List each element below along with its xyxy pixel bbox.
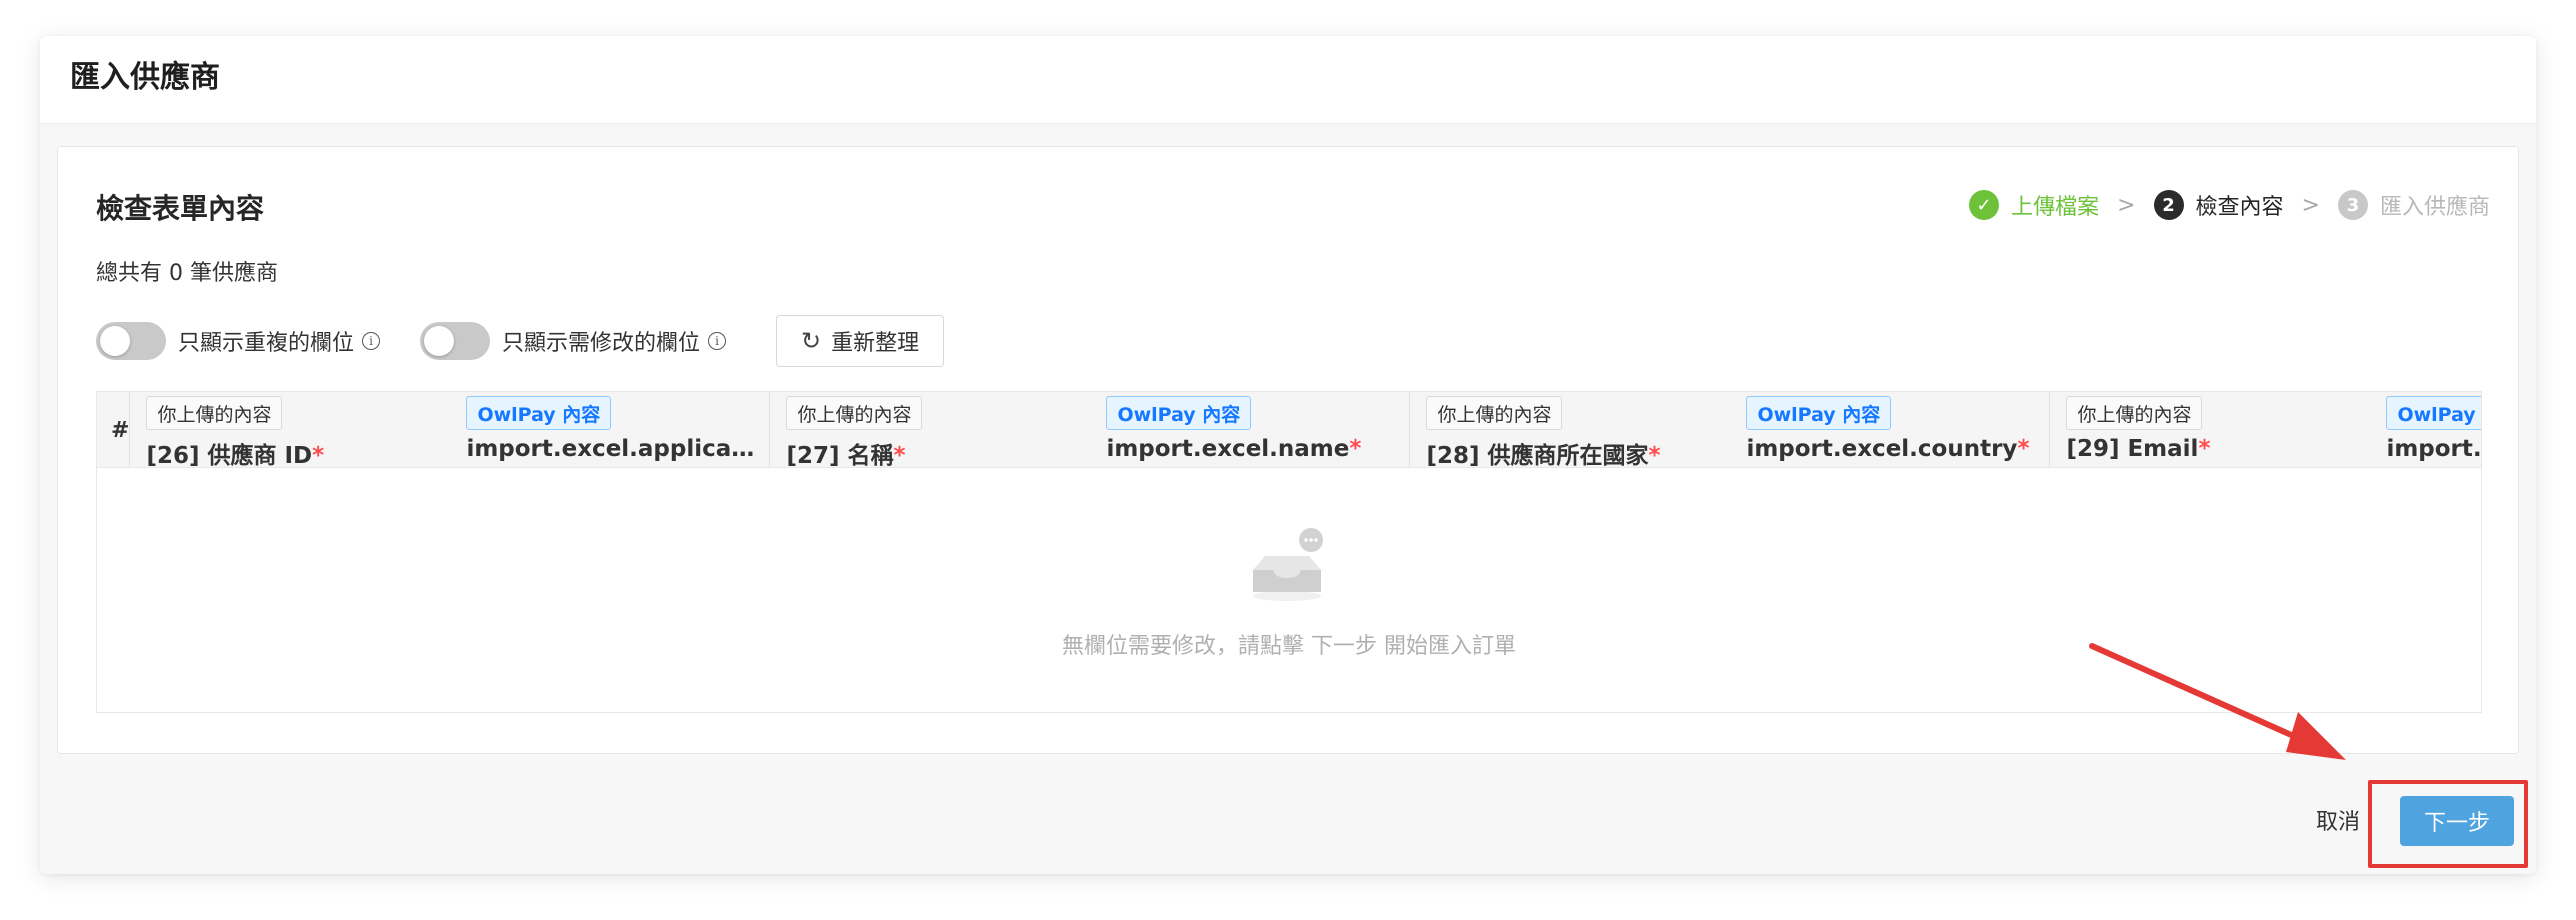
- refresh-button[interactable]: ↻ 重新整理: [776, 315, 945, 367]
- toggle-knob: [100, 326, 130, 356]
- toggle-modify-label: 只顯示需修改的欄位: [502, 331, 701, 356]
- steps: ✓ 上傳檔案 > 2 檢查內容 > 3 匯入供應商: [1969, 189, 2490, 221]
- uploaded-content-tag: 你上傳的內容: [786, 396, 923, 430]
- column-name: import.excel.country*: [1746, 436, 2030, 462]
- step-review: 2 檢查內容: [2153, 189, 2284, 221]
- table-header: # 你上傳的內容 [26] 供應商 ID* OwlPay 內容 import.e…: [97, 392, 2482, 469]
- toggle-duplicates-label: 只顯示重複的欄位: [178, 331, 355, 356]
- step-separator: >: [2301, 192, 2320, 218]
- required-mark: *: [893, 443, 906, 469]
- column-header: OwlPay 內容 import.excel.country*: [1730, 392, 2051, 468]
- filter-controls: 只顯示重複的欄位 i 只顯示需修改的欄位 i ↻ 重新整理: [96, 315, 945, 367]
- required-mark: *: [1648, 443, 1661, 469]
- hash-column-header: #: [97, 392, 131, 468]
- toggle-knob: [424, 326, 455, 356]
- info-icon[interactable]: i: [362, 332, 381, 350]
- refresh-icon: ↻: [801, 327, 822, 355]
- required-mark: *: [312, 443, 325, 469]
- empty-state: 無欄位需要修改，請點擊 下一步 開始匯入訂單: [97, 468, 2481, 712]
- column-header: 你上傳的內容 [29] Email*: [2050, 392, 2370, 468]
- cancel-button[interactable]: 取消: [2316, 804, 2360, 836]
- column-name: import.excel.name*: [1106, 436, 1362, 462]
- owlpay-content-tag: OwlPay 內容: [1106, 396, 1252, 430]
- column-header: 你上傳的內容 [27] 名稱*: [770, 392, 1090, 469]
- uploaded-content-tag: 你上傳的內容: [1426, 396, 1563, 430]
- step-import-label: 匯入供應商: [2379, 195, 2490, 220]
- toggle-modify-switch[interactable]: [420, 322, 491, 360]
- step-upload: ✓ 上傳檔案: [1969, 189, 2099, 221]
- column-header: 你上傳的內容 [26] 供應商 ID*: [130, 392, 450, 469]
- uploaded-content-tag: 你上傳的內容: [146, 396, 283, 430]
- required-mark: *: [2017, 436, 2030, 462]
- check-icon: ✓: [1969, 190, 2000, 220]
- modal-title: 匯入供應商: [70, 60, 220, 95]
- column-name: [26] 供應商 ID*: [146, 443, 325, 469]
- column-name: [27] 名稱*: [786, 443, 906, 469]
- column-header: OwlPay 內容 import.excel.applicatio...: [450, 392, 771, 468]
- owlpay-content-tag: OwlPay 內容: [2386, 396, 2481, 430]
- column-name: [28] 供應商所在國家*: [1426, 443, 1661, 469]
- required-mark: *: [2198, 436, 2211, 462]
- column-name: [29] Email*: [2066, 436, 2211, 462]
- required-mark: *: [1349, 436, 1362, 462]
- empty-state-text: 無欄位需要修改，請點擊 下一步 開始匯入訂單: [1062, 634, 1516, 659]
- owlpay-content-tag: OwlPay 內容: [466, 396, 612, 430]
- step-upload-label: 上傳檔案: [2011, 195, 2100, 220]
- card-title: 檢查表單內容: [96, 192, 265, 225]
- step-number-2: 2: [2153, 190, 2184, 220]
- column-name: import.excel.applicatio...: [466, 436, 763, 462]
- owlpay-content-tag: OwlPay 內容: [1746, 396, 1892, 430]
- summary-text: 總共有 0 筆供應商: [96, 261, 278, 286]
- import-suppliers-modal: 匯入供應商 檢查表單內容 ✓ 上傳檔案 > 2 檢查內容 > 3 匯入供應商 總…: [40, 36, 2536, 874]
- step-separator: >: [2117, 192, 2136, 218]
- refresh-label: 重新整理: [831, 331, 920, 356]
- annotation-highlight-box: [2368, 780, 2528, 868]
- toggle-duplicates-group: 只顯示重複的欄位 i: [96, 322, 381, 360]
- step-review-label: 檢查內容: [2195, 195, 2284, 220]
- column-header: OwlPay 內容 import.excel.name*: [1090, 392, 1411, 468]
- uploaded-content-tag: 你上傳的內容: [2066, 396, 2203, 430]
- toggle-modify-group: 只顯示需修改的欄位 i: [420, 322, 727, 360]
- empty-inbox-icon: [1249, 526, 1329, 610]
- column-header: 你上傳的內容 [28] 供應商所在國家*: [1410, 392, 1730, 469]
- step-number-3: 3: [2337, 190, 2368, 220]
- column-name: import.excel.email: [2386, 436, 2482, 462]
- info-icon[interactable]: i: [708, 332, 727, 350]
- toggle-duplicates-switch[interactable]: [96, 322, 166, 360]
- review-card: 檢查表單內容 ✓ 上傳檔案 > 2 檢查內容 > 3 匯入供應商 總共有 0 筆…: [57, 146, 2519, 754]
- review-table: # 你上傳的內容 [26] 供應商 ID* OwlPay 內容 import.e…: [96, 391, 2482, 713]
- step-import: 3 匯入供應商: [2337, 189, 2490, 221]
- modal-header: 匯入供應商: [40, 36, 2536, 124]
- column-header: OwlPay 內容 import.excel.email: [2370, 392, 2482, 468]
